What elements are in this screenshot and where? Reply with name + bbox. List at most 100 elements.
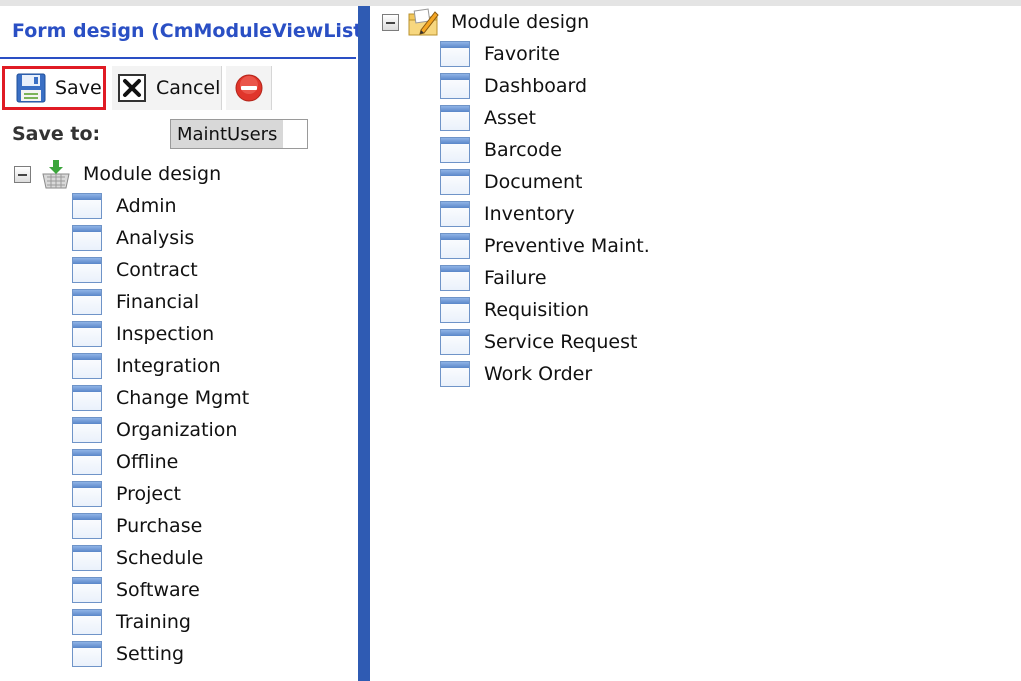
tree-item-label: Requisition (484, 299, 589, 321)
right-tree-item[interactable]: Preventive Maint. (440, 230, 650, 262)
collapse-minus-icon[interactable] (382, 13, 399, 31)
tree-item-label: Failure (484, 267, 547, 289)
tree-root-label: Module design (83, 163, 222, 185)
cancel-x-icon (116, 72, 148, 104)
tree-item-label: Financial (116, 291, 200, 313)
left-tree-item[interactable]: Integration (72, 350, 249, 382)
left-tree-item[interactable]: Contract (72, 254, 249, 286)
delete-circle-icon (233, 72, 265, 104)
floppy-disk-icon (15, 72, 47, 104)
right-tree-item[interactable]: Requisition (440, 294, 650, 326)
form-window-icon (72, 513, 102, 539)
form-window-icon (72, 449, 102, 475)
tree-item-label: Integration (116, 355, 221, 377)
collapse-minus-icon[interactable] (14, 165, 31, 183)
tree-item-label: Favorite (484, 43, 560, 65)
right-tree-item[interactable]: Service Request (440, 326, 650, 358)
right-tree-item[interactable]: Document (440, 166, 650, 198)
right-tree-item[interactable]: Asset (440, 102, 650, 134)
save-to-label: Save to: (12, 123, 101, 145)
form-window-icon (440, 329, 470, 355)
form-window-icon (440, 201, 470, 227)
right-tree-item[interactable]: Failure (440, 262, 650, 294)
tree-item-label: Training (116, 611, 191, 633)
form-window-icon (440, 41, 470, 67)
tree-item-label: Purchase (116, 515, 203, 537)
left-tree-item[interactable]: Setting (72, 638, 249, 670)
basket-download-icon (39, 158, 73, 190)
left-tree-item[interactable]: Project (72, 478, 249, 510)
left-tree-item[interactable]: Change Mgmt (72, 382, 249, 414)
right-tree-item[interactable]: Work Order (440, 358, 650, 390)
tree-root-module-design-right[interactable]: Module design (382, 6, 650, 38)
form-window-icon (72, 545, 102, 571)
tree-item-label: Software (116, 579, 200, 601)
left-tree-item[interactable]: Inspection (72, 318, 249, 350)
form-design-panel: Form design (CmModuleViewList) Save Canc… (0, 6, 358, 681)
left-tree-item[interactable]: Financial (72, 286, 249, 318)
right-tree-item[interactable]: Barcode (440, 134, 650, 166)
tree-item-label: Change Mgmt (116, 387, 250, 409)
save-to-select[interactable]: MaintUsers (170, 119, 308, 149)
left-tree-item[interactable]: Admin (72, 190, 249, 222)
left-tree-item[interactable]: Organization (72, 414, 249, 446)
tree-root-label-right: Module design (451, 11, 590, 33)
module-tree-right: Module design Favorite Dashboard Asset Barc… (382, 6, 650, 390)
folder-pencil-icon (407, 6, 441, 38)
form-window-icon (72, 417, 102, 443)
left-tree-item[interactable]: Offline (72, 446, 249, 478)
form-window-icon (72, 481, 102, 507)
save-label: Save (55, 77, 102, 99)
form-window-icon (72, 385, 102, 411)
right-tree-item[interactable]: Favorite (440, 38, 650, 70)
tree-item-label: Inventory (484, 203, 575, 225)
form-window-icon (72, 321, 102, 347)
pane-splitter[interactable] (358, 6, 370, 681)
form-window-icon (440, 169, 470, 195)
panel-title: Form design (CmModuleViewList) (12, 20, 358, 42)
left-tree-item[interactable]: Purchase (72, 510, 249, 542)
left-tree-item[interactable]: Schedule (72, 542, 249, 574)
save-to-dropdown-area[interactable] (283, 120, 307, 148)
right-tree-item[interactable]: Dashboard (440, 70, 650, 102)
form-window-icon (440, 137, 470, 163)
tree-item-label: Inspection (116, 323, 215, 345)
save-to-value: MaintUsers (171, 120, 284, 148)
tree-item-label: Schedule (116, 547, 204, 569)
form-window-icon (72, 193, 102, 219)
form-window-icon (440, 233, 470, 259)
delete-button[interactable] (226, 66, 272, 110)
tree-item-label: Organization (116, 419, 238, 441)
form-window-icon (440, 73, 470, 99)
tree-item-label: Analysis (116, 227, 195, 249)
form-window-icon (72, 641, 102, 667)
tree-root-module-design[interactable]: Module design (14, 158, 249, 190)
left-tree-item[interactable]: Analysis (72, 222, 249, 254)
title-underline (0, 57, 356, 59)
tree-item-label: Preventive Maint. (484, 235, 650, 257)
tree-items-right: Favorite Dashboard Asset Barcode Document Inv… (382, 38, 650, 390)
left-tree-item[interactable]: Training (72, 606, 249, 638)
left-tree-item[interactable]: Software (72, 574, 249, 606)
form-window-icon (72, 609, 102, 635)
save-button[interactable]: Save (2, 66, 106, 110)
form-window-icon (72, 353, 102, 379)
save-to-row: Save to: MaintUsers (12, 118, 358, 150)
tree-item-label: Setting (116, 643, 185, 665)
right-tree-item[interactable]: Inventory (440, 198, 650, 230)
tree-item-label: Document (484, 171, 583, 193)
tree-item-label: Work Order (484, 363, 593, 385)
cancel-button[interactable]: Cancel (112, 66, 222, 110)
form-window-icon (440, 361, 470, 387)
form-window-icon (72, 289, 102, 315)
toolbar: Save Cancel (0, 64, 358, 112)
tree-item-label: Dashboard (484, 75, 588, 97)
form-window-icon (440, 105, 470, 131)
form-window-icon (440, 265, 470, 291)
cancel-label: Cancel (156, 77, 221, 99)
form-window-icon (440, 297, 470, 323)
tree-item-label: Barcode (484, 139, 562, 161)
tree-item-label: Admin (116, 195, 177, 217)
tree-item-label: Project (116, 483, 182, 505)
tree-item-label: Contract (116, 259, 198, 281)
